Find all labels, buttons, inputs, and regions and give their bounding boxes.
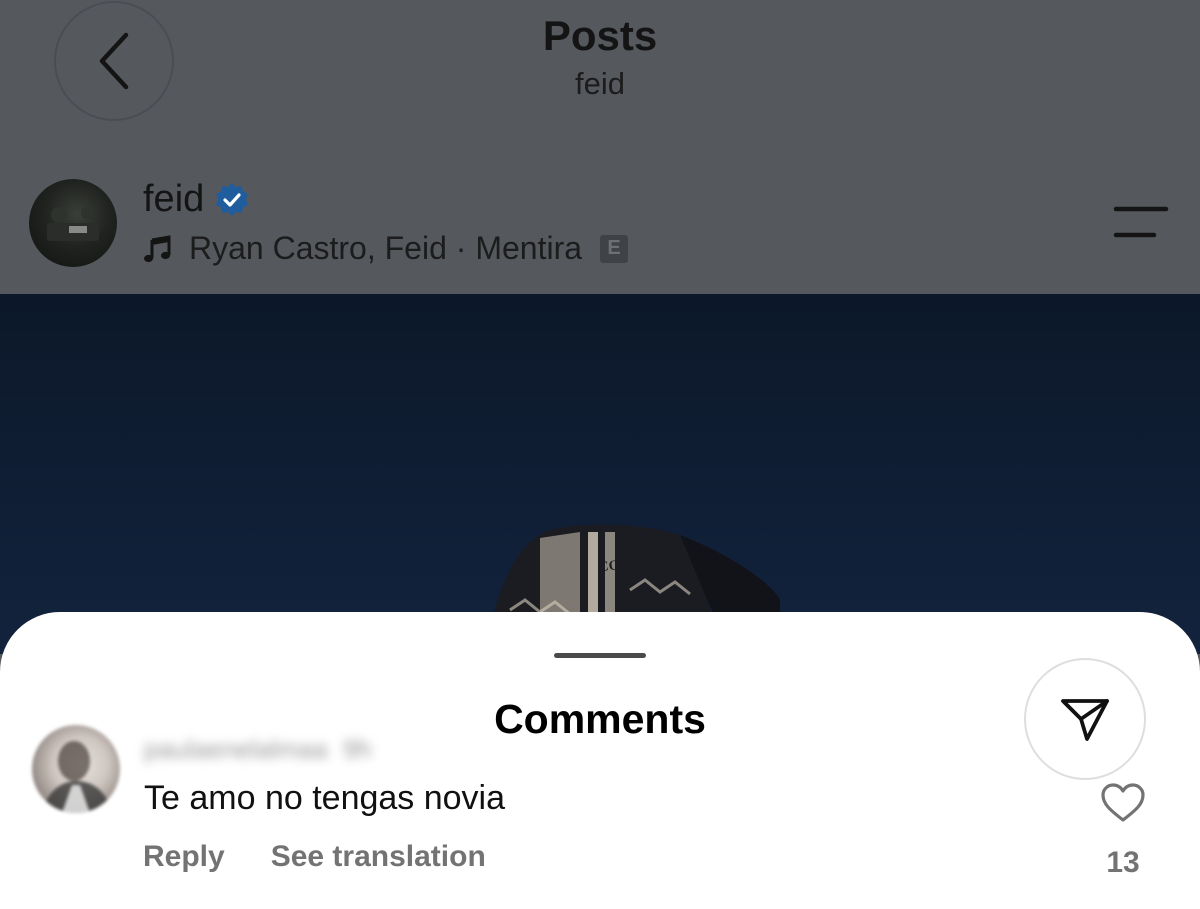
like-count: 13 [1106,846,1140,879]
music-note-icon [144,234,171,262]
share-button[interactable] [1024,658,1146,780]
like-button[interactable] [1100,782,1146,824]
comment-time: 9h [342,734,372,764]
see-translation-button[interactable]: See translation [271,840,486,874]
post-image[interactable]: COLOM [0,294,1200,654]
page-subtitle: feid [575,66,625,101]
send-icon [1061,699,1109,741]
top-bar: Posts feid [0,0,1200,150]
post-username[interactable]: feid [143,178,250,221]
avatar[interactable] [29,179,117,267]
music-info[interactable]: Ryan Castro, Feid · Mentira E [143,230,629,267]
menu-icon [1113,206,1169,238]
page-title: Posts [542,12,658,59]
comment-username[interactable]: paulaenelalmaa 9h [144,734,372,765]
comment-avatar[interactable] [32,725,120,813]
menu-button[interactable] [1110,204,1170,240]
comments-sheet: Comments paulaenelalmaa 9h Te amo no ten… [0,612,1200,909]
comment-text: Te amo no tengas novia [144,779,506,817]
sheet-grabber[interactable] [554,653,646,658]
post-username-label: feid [143,178,205,220]
comment-actions: Reply See translation [143,840,486,874]
heart-icon [1101,783,1145,822]
comment-username-label: paulaenelalmaa [144,734,328,764]
reply-button[interactable]: Reply [143,840,225,874]
post-header: feid Ryan Castro, Feid · Mentira E [0,160,1200,294]
verified-icon [216,182,249,216]
explicit-badge: E [600,234,629,263]
music-label: Ryan Castro, Feid · Mentira [189,230,583,266]
comment-avatar-image [42,741,112,813]
avatar-image [47,207,99,241]
